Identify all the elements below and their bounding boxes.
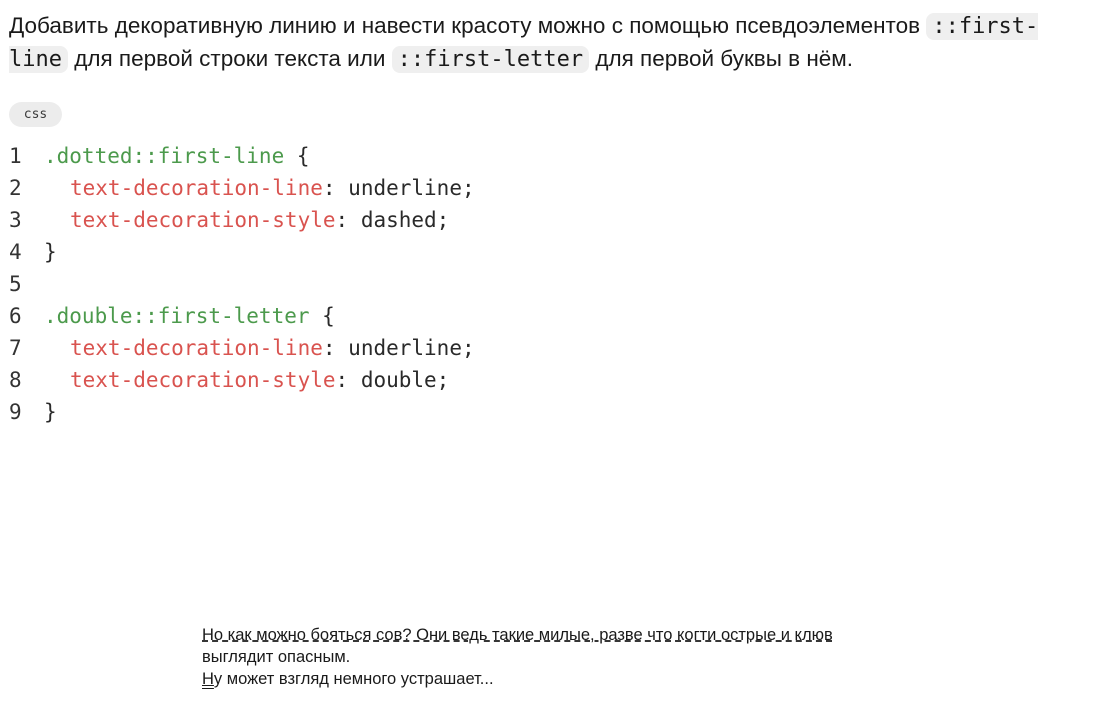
line-number: 9 <box>9 400 22 424</box>
language-badge: css <box>9 102 62 127</box>
intro-text-middle: для первой строки текста или <box>67 46 392 71</box>
code-line: 7 text-decoration-line: underline; <box>9 332 475 364</box>
code-brace: } <box>44 400 57 424</box>
line-number: 2 <box>9 176 22 200</box>
line-number: 5 <box>9 272 22 296</box>
demo-dotted-paragraph: Но как можно бояться сов? Они ведь такие… <box>202 626 833 666</box>
code-value: underline <box>348 336 462 360</box>
code-property: text-decoration-line <box>70 176 323 200</box>
line-number: 8 <box>9 368 22 392</box>
code-value: double <box>360 368 437 392</box>
line-number: 6 <box>9 304 22 328</box>
demo-preview: Но как можно бояться сов? Они ведь такие… <box>202 624 882 690</box>
code-line: 3 text-decoration-style: dashed; <box>9 204 475 236</box>
inline-code-first-letter: ::first-letter <box>391 46 590 73</box>
line-number: 4 <box>9 240 22 264</box>
code-value: dashed <box>360 208 437 232</box>
line-number: 1 <box>9 144 22 168</box>
code-property: text-decoration-line <box>70 336 323 360</box>
code-line: 2 text-decoration-line: underline; <box>9 172 475 204</box>
code-line: 6 .double::first-letter { <box>9 300 475 332</box>
intro-text-before: Добавить декоративную линию и навести кр… <box>9 13 927 38</box>
code-line: 4} <box>9 236 475 268</box>
code-line: 1 .dotted::first-line { <box>9 140 475 172</box>
code-brace: { <box>309 304 335 328</box>
code-block: 1 .dotted::first-line { 2 text-decoration-… <box>9 140 475 428</box>
code-brace: { <box>284 144 310 168</box>
code-line: 5 <box>9 268 475 300</box>
code-line: 8 text-decoration-style: double; <box>9 364 475 396</box>
code-selector: .dotted::first-line <box>44 144 285 168</box>
line-number: 7 <box>9 336 22 360</box>
code-property: text-decoration-style <box>70 368 336 392</box>
code-brace: } <box>44 240 57 264</box>
intro-text-after: для первой буквы в нём. <box>589 46 854 71</box>
line-number: 3 <box>9 208 22 232</box>
intro-paragraph: Добавить декоративную линию и навести кр… <box>9 10 1089 76</box>
code-value: underline <box>348 176 462 200</box>
code-line: 9} <box>9 396 475 428</box>
demo-double-paragraph: Ну может взгляд немного устрашает... <box>202 670 494 688</box>
code-selector: .double::first-letter <box>44 304 310 328</box>
code-property: text-decoration-style <box>70 208 336 232</box>
